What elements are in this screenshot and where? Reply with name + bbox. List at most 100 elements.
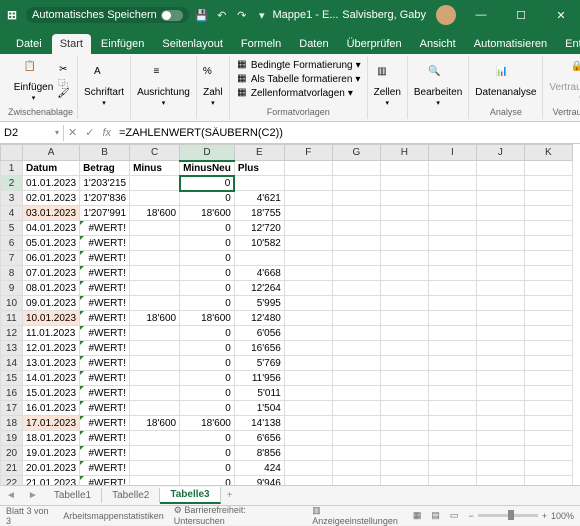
cell-E19[interactable]: 6'656 <box>234 431 284 446</box>
cell-J9[interactable] <box>476 281 524 296</box>
number-button[interactable]: %Zahl▾ <box>201 64 225 109</box>
cell-H9[interactable] <box>380 281 428 296</box>
cell-E14[interactable]: 5'769 <box>234 356 284 371</box>
cell-I3[interactable] <box>428 191 476 206</box>
cell-B11[interactable]: #WERT! <box>80 311 130 326</box>
cell-F10[interactable] <box>284 296 332 311</box>
col-header-K[interactable]: K <box>524 145 572 161</box>
cell-G14[interactable] <box>332 356 380 371</box>
tab-entwicklertools[interactable]: Entwicklertools <box>557 34 580 54</box>
cell-I1[interactable] <box>428 161 476 176</box>
cell-A19[interactable]: 18.01.2023 <box>23 431 80 446</box>
cell-J18[interactable] <box>476 416 524 431</box>
cell-C20[interactable] <box>130 446 180 461</box>
cell-C3[interactable] <box>130 191 180 206</box>
save-icon[interactable]: 💾 <box>195 9 209 22</box>
cell-D10[interactable]: 0 <box>180 296 235 311</box>
row-header-13[interactable]: 13 <box>1 341 23 356</box>
cell-A6[interactable]: 05.01.2023 <box>23 236 80 251</box>
cell-I17[interactable] <box>428 401 476 416</box>
cell-F12[interactable] <box>284 326 332 341</box>
status-workbook-stats[interactable]: Arbeitsmappenstatistiken <box>63 511 164 521</box>
copy-icon[interactable]: ⿻ <box>57 76 69 88</box>
cell-E15[interactable]: 11'956 <box>234 371 284 386</box>
row-header-20[interactable]: 20 <box>1 446 23 461</box>
cell-B8[interactable]: #WERT! <box>80 266 130 281</box>
row-header-14[interactable]: 14 <box>1 356 23 371</box>
cell-D5[interactable]: 0 <box>180 221 235 236</box>
cell-K21[interactable] <box>524 461 572 476</box>
cell-J3[interactable] <box>476 191 524 206</box>
col-header-F[interactable]: F <box>284 145 332 161</box>
cell-F3[interactable] <box>284 191 332 206</box>
sheet-tab-tabelle3[interactable]: Tabelle3 <box>160 487 220 504</box>
row-header-21[interactable]: 21 <box>1 461 23 476</box>
cell-E22[interactable]: 9'946 <box>234 476 284 486</box>
cell-C14[interactable] <box>130 356 180 371</box>
cell-K15[interactable] <box>524 371 572 386</box>
cell-D19[interactable]: 0 <box>180 431 235 446</box>
user-name[interactable]: Salvisberg, Gaby <box>342 9 426 21</box>
cell-I16[interactable] <box>428 386 476 401</box>
cell-G6[interactable] <box>332 236 380 251</box>
cell-A15[interactable]: 14.01.2023 <box>23 371 80 386</box>
cell-A7[interactable]: 06.01.2023 <box>23 251 80 266</box>
font-button[interactable]: ASchriftart▾ <box>82 64 126 109</box>
cell-K13[interactable] <box>524 341 572 356</box>
cell-I4[interactable] <box>428 206 476 221</box>
cell-J12[interactable] <box>476 326 524 341</box>
name-box[interactable]: D2▾ <box>0 125 64 141</box>
row-header-1[interactable]: 1 <box>1 161 23 176</box>
cell-G15[interactable] <box>332 371 380 386</box>
cell-C21[interactable] <box>130 461 180 476</box>
cell-K11[interactable] <box>524 311 572 326</box>
sheet-nav-next[interactable]: ► <box>22 490 44 501</box>
cell-D2[interactable]: 0 <box>180 176 235 191</box>
cell-G3[interactable] <box>332 191 380 206</box>
row-header-7[interactable]: 7 <box>1 251 23 266</box>
col-header-G[interactable]: G <box>332 145 380 161</box>
cell-C22[interactable] <box>130 476 180 486</box>
cell-G19[interactable] <box>332 431 380 446</box>
cell-G9[interactable] <box>332 281 380 296</box>
cell-B21[interactable]: #WERT! <box>80 461 130 476</box>
row-header-17[interactable]: 17 <box>1 401 23 416</box>
cell-D14[interactable]: 0 <box>180 356 235 371</box>
cell-A5[interactable]: 04.01.2023 <box>23 221 80 236</box>
col-header-C[interactable]: C <box>130 145 180 161</box>
cell-H18[interactable] <box>380 416 428 431</box>
cell-E11[interactable]: 12'480 <box>234 311 284 326</box>
cell-K8[interactable] <box>524 266 572 281</box>
cell-H6[interactable] <box>380 236 428 251</box>
cell-B5[interactable]: #WERT! <box>80 221 130 236</box>
cell-J2[interactable] <box>476 176 524 191</box>
cell-F17[interactable] <box>284 401 332 416</box>
cell-C17[interactable] <box>130 401 180 416</box>
cell-H13[interactable] <box>380 341 428 356</box>
row-header-18[interactable]: 18 <box>1 416 23 431</box>
cell-C18[interactable]: 18'600 <box>130 416 180 431</box>
select-all-corner[interactable] <box>1 145 23 161</box>
cell-H3[interactable] <box>380 191 428 206</box>
spreadsheet-grid[interactable]: ABCDEFGHIJK1DatumBetragMinusMinusNeuPlus… <box>0 144 580 485</box>
cell-G22[interactable] <box>332 476 380 486</box>
cell-B1[interactable]: Betrag <box>80 161 130 176</box>
cell-I10[interactable] <box>428 296 476 311</box>
cell-C13[interactable] <box>130 341 180 356</box>
cell-F7[interactable] <box>284 251 332 266</box>
cell-H21[interactable] <box>380 461 428 476</box>
maximize-button[interactable]: ☐ <box>506 9 536 22</box>
cell-G21[interactable] <box>332 461 380 476</box>
cells-button[interactable]: ▥Zellen▾ <box>372 64 403 109</box>
cell-A14[interactable]: 13.01.2023 <box>23 356 80 371</box>
cell-E7[interactable] <box>234 251 284 266</box>
cell-B9[interactable]: #WERT! <box>80 281 130 296</box>
cell-J14[interactable] <box>476 356 524 371</box>
cell-B4[interactable]: 1'207'991 <box>80 206 130 221</box>
cell-I20[interactable] <box>428 446 476 461</box>
tab-ueberpruefen[interactable]: Überprüfen <box>339 34 410 54</box>
cell-G10[interactable] <box>332 296 380 311</box>
redo-icon[interactable]: ↷ <box>235 9 249 22</box>
cell-C10[interactable] <box>130 296 180 311</box>
cell-I21[interactable] <box>428 461 476 476</box>
